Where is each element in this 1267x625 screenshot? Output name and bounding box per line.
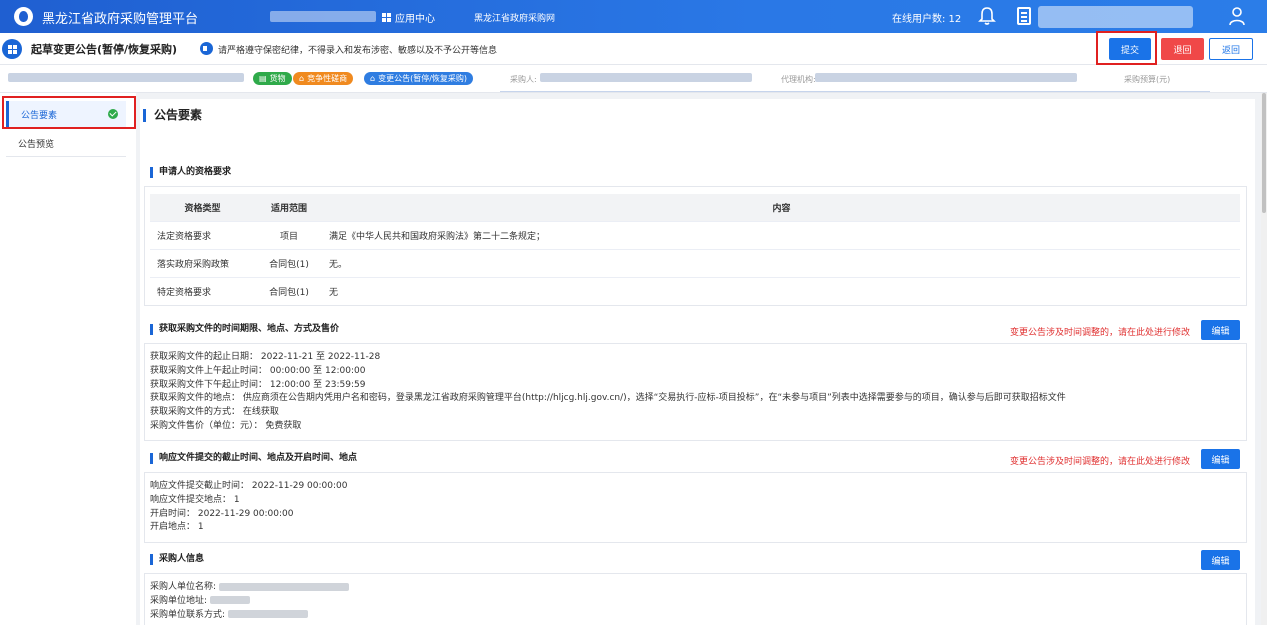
edit-response-button[interactable]: 编辑 (1201, 449, 1240, 469)
acquire-details: 获取采购文件的起止日期： 2022-11-21 至 2022-11-28 获取采… (150, 352, 1066, 431)
qualification-table: 资格类型 适用范围 内容 法定资格要求 项目 满足《中华人民共和国政府采购法》第… (150, 194, 1240, 305)
submit-highlight-box (1096, 31, 1157, 65)
return-button[interactable]: 返回 (1209, 38, 1253, 60)
edit-purchaser-button[interactable]: 编辑 (1201, 550, 1240, 570)
table-row: 落实政府采购政策 合同包(1) 无。 (150, 248, 1240, 277)
table-row: 特定资格要求 合同包(1) 无 (150, 276, 1240, 305)
blurred-project-name (8, 73, 244, 82)
tag-competitive-consultation: ⌂ 竞争性磋商 (293, 72, 354, 85)
platform-title: 黑龙江省政府采购管理平台 (42, 12, 199, 27)
qualification-section-title: 申请人的资格要求 (150, 167, 231, 178)
tag-icon: ⌂ (299, 74, 305, 83)
acquire-section-title: 获取采购文件的时间期限、地点、方式及售价 (150, 324, 339, 335)
main-content: 公告要素 申请人的资格要求 资格类型 适用范围 内容 法定资格要求 项目 满足《… (140, 99, 1255, 625)
procurement-site-link[interactable]: 黑龙江省政府采购网 (474, 11, 555, 24)
column-header: 内容 (323, 194, 1240, 221)
response-details: 响应文件提交截止时间： 2022-11-29 00:00:00 响应文件提交地点… (150, 481, 348, 533)
page-title: 起草变更公告(暂停/恢复采购) (31, 43, 178, 56)
purchaser-section-title: 采购人信息 (150, 554, 204, 565)
change-hint-text: 变更公告涉及时间调整的，请在此处进行修改 (1010, 328, 1191, 338)
platform-logo-icon (14, 7, 33, 26)
budget-label: 采购预算(元) (1124, 75, 1171, 84)
response-section-title: 响应文件提交的截止时间、地点及开启时间、地点 (150, 453, 357, 464)
confidentiality-notice: 请严格遵守保密纪律，不得录入和发布涉密、敏感以及不予公开等信息 (218, 46, 498, 56)
edit-acquire-button[interactable]: 编辑 (1201, 320, 1240, 340)
send-back-button[interactable]: 退回 (1161, 38, 1204, 60)
user-icon[interactable] (1229, 7, 1245, 26)
sidebar-highlight-box (2, 96, 136, 129)
project-info-bar: ▤ 货物 ⌂ 竞争性磋商 ⌂ 变更公告(暂停/恢复采购) 采购人: 代理机构: 采购预… (0, 65, 1267, 93)
blurred-purchaser (540, 73, 752, 82)
tag-change-notice: ⌂ 变更公告(暂停/恢复采购) (364, 72, 474, 85)
grid-icon (382, 13, 391, 22)
grid-icon (7, 44, 17, 54)
top-bar: 黑龙江省政府采购管理平台 应用中心 黑龙江省政府采购网 在线用户数: 12 (0, 0, 1267, 33)
blurred-user-info (1038, 6, 1193, 28)
table-row: 法定资格要求 项目 满足《中华人民共和国政府采购法》第二十二条规定； (150, 220, 1240, 249)
apps-menu-button[interactable] (2, 39, 22, 59)
blurred-text (227, 610, 308, 619)
column-header: 资格类型 (150, 194, 255, 221)
tag-icon: ▤ (259, 74, 267, 83)
divider (500, 91, 1210, 92)
table-header-row: 资格类型 适用范围 内容 (150, 194, 1240, 221)
section-main-title: 公告要素 (143, 109, 202, 122)
speaker-icon (200, 42, 213, 55)
app-center-label: 应用中心 (395, 14, 435, 25)
change-hint-text: 变更公告涉及时间调整的，请在此处进行修改 (1010, 457, 1191, 467)
scrollbar-thumb[interactable] (1262, 93, 1266, 213)
sidebar-item-notice-preview[interactable]: 公告预览 (6, 131, 126, 157)
tag-icon: ⌂ (370, 74, 376, 83)
blurred-text (218, 582, 349, 591)
app-center-button[interactable]: 应用中心 (382, 10, 435, 25)
document-icon[interactable] (1017, 7, 1031, 25)
tag-goods: ▤ 货物 (253, 72, 292, 85)
purchaser-details: 采购人单位名称: 采购单位地址: 采购单位联系方式: (150, 581, 349, 622)
bell-icon[interactable] (978, 6, 996, 26)
agency-label: 代理机构: (781, 75, 816, 84)
column-header: 适用范围 (255, 194, 323, 221)
purchaser-label: 采购人: (510, 75, 537, 84)
sidebar: 公告要素 公告预览 (0, 93, 136, 625)
vertical-scrollbar[interactable] (1261, 93, 1267, 625)
page-header-bar: 起草变更公告(暂停/恢复采购) 请严格遵守保密纪律，不得录入和发布涉密、敏感以及… (0, 33, 1267, 65)
blurred-agency (815, 73, 1077, 82)
blurred-text (270, 11, 376, 22)
online-users-count: 在线用户数: 12 (892, 14, 962, 25)
blurred-text (209, 596, 250, 605)
